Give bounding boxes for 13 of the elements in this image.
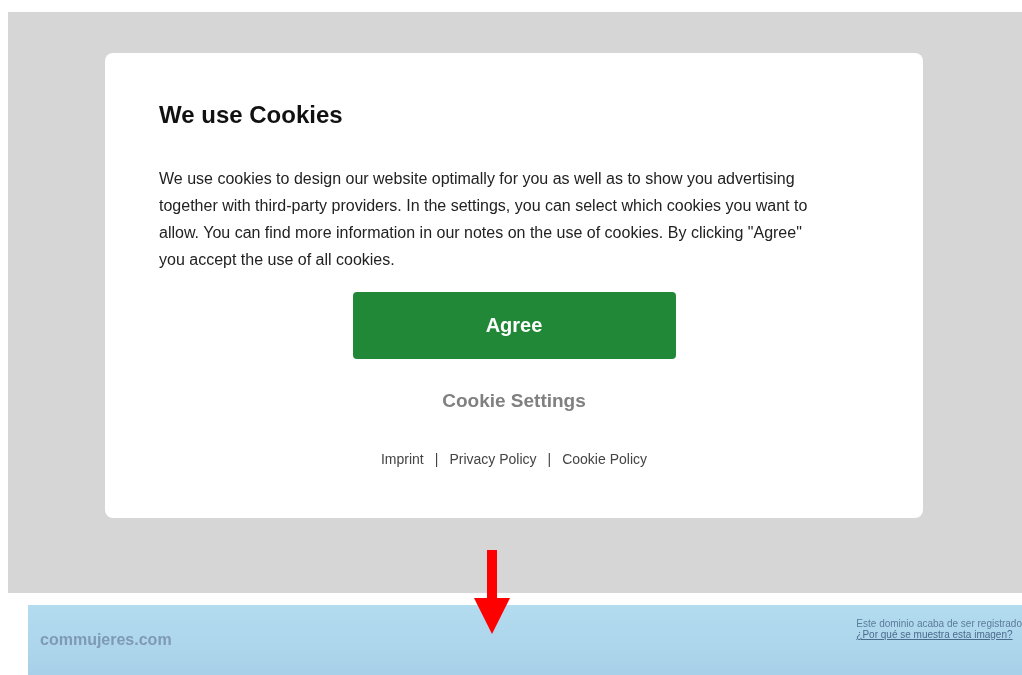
separator: | <box>434 451 439 467</box>
footer-link[interactable]: Privacy Policy <box>449 451 537 467</box>
cookie-settings-button[interactable]: Cookie Settings <box>436 389 592 413</box>
down-arrow-icon <box>474 550 510 634</box>
banner-notice: Este dominio acaba de ser registrado <box>856 618 1022 629</box>
domain-name: commujeres.com <box>40 631 172 649</box>
dialog-title: We use Cookies <box>159 101 343 129</box>
banner-link[interactable]: ¿Por qué se muestra esta imagen? <box>856 629 1013 640</box>
footer-link[interactable]: Cookie Policy <box>562 451 647 467</box>
footer-link[interactable]: Imprint <box>380 451 424 467</box>
separator: | <box>547 451 552 467</box>
dialog-text: We use cookies to design our website optimally for you as well as to show you advertising together with third-party providers. In the settings, you can select which cookies you want to allow. You can find more information in our notes on the use of cookies. By clicking "Agree" you accept the use of all cookies. <box>159 169 809 270</box>
agree-button[interactable]: Agree <box>352 292 676 359</box>
